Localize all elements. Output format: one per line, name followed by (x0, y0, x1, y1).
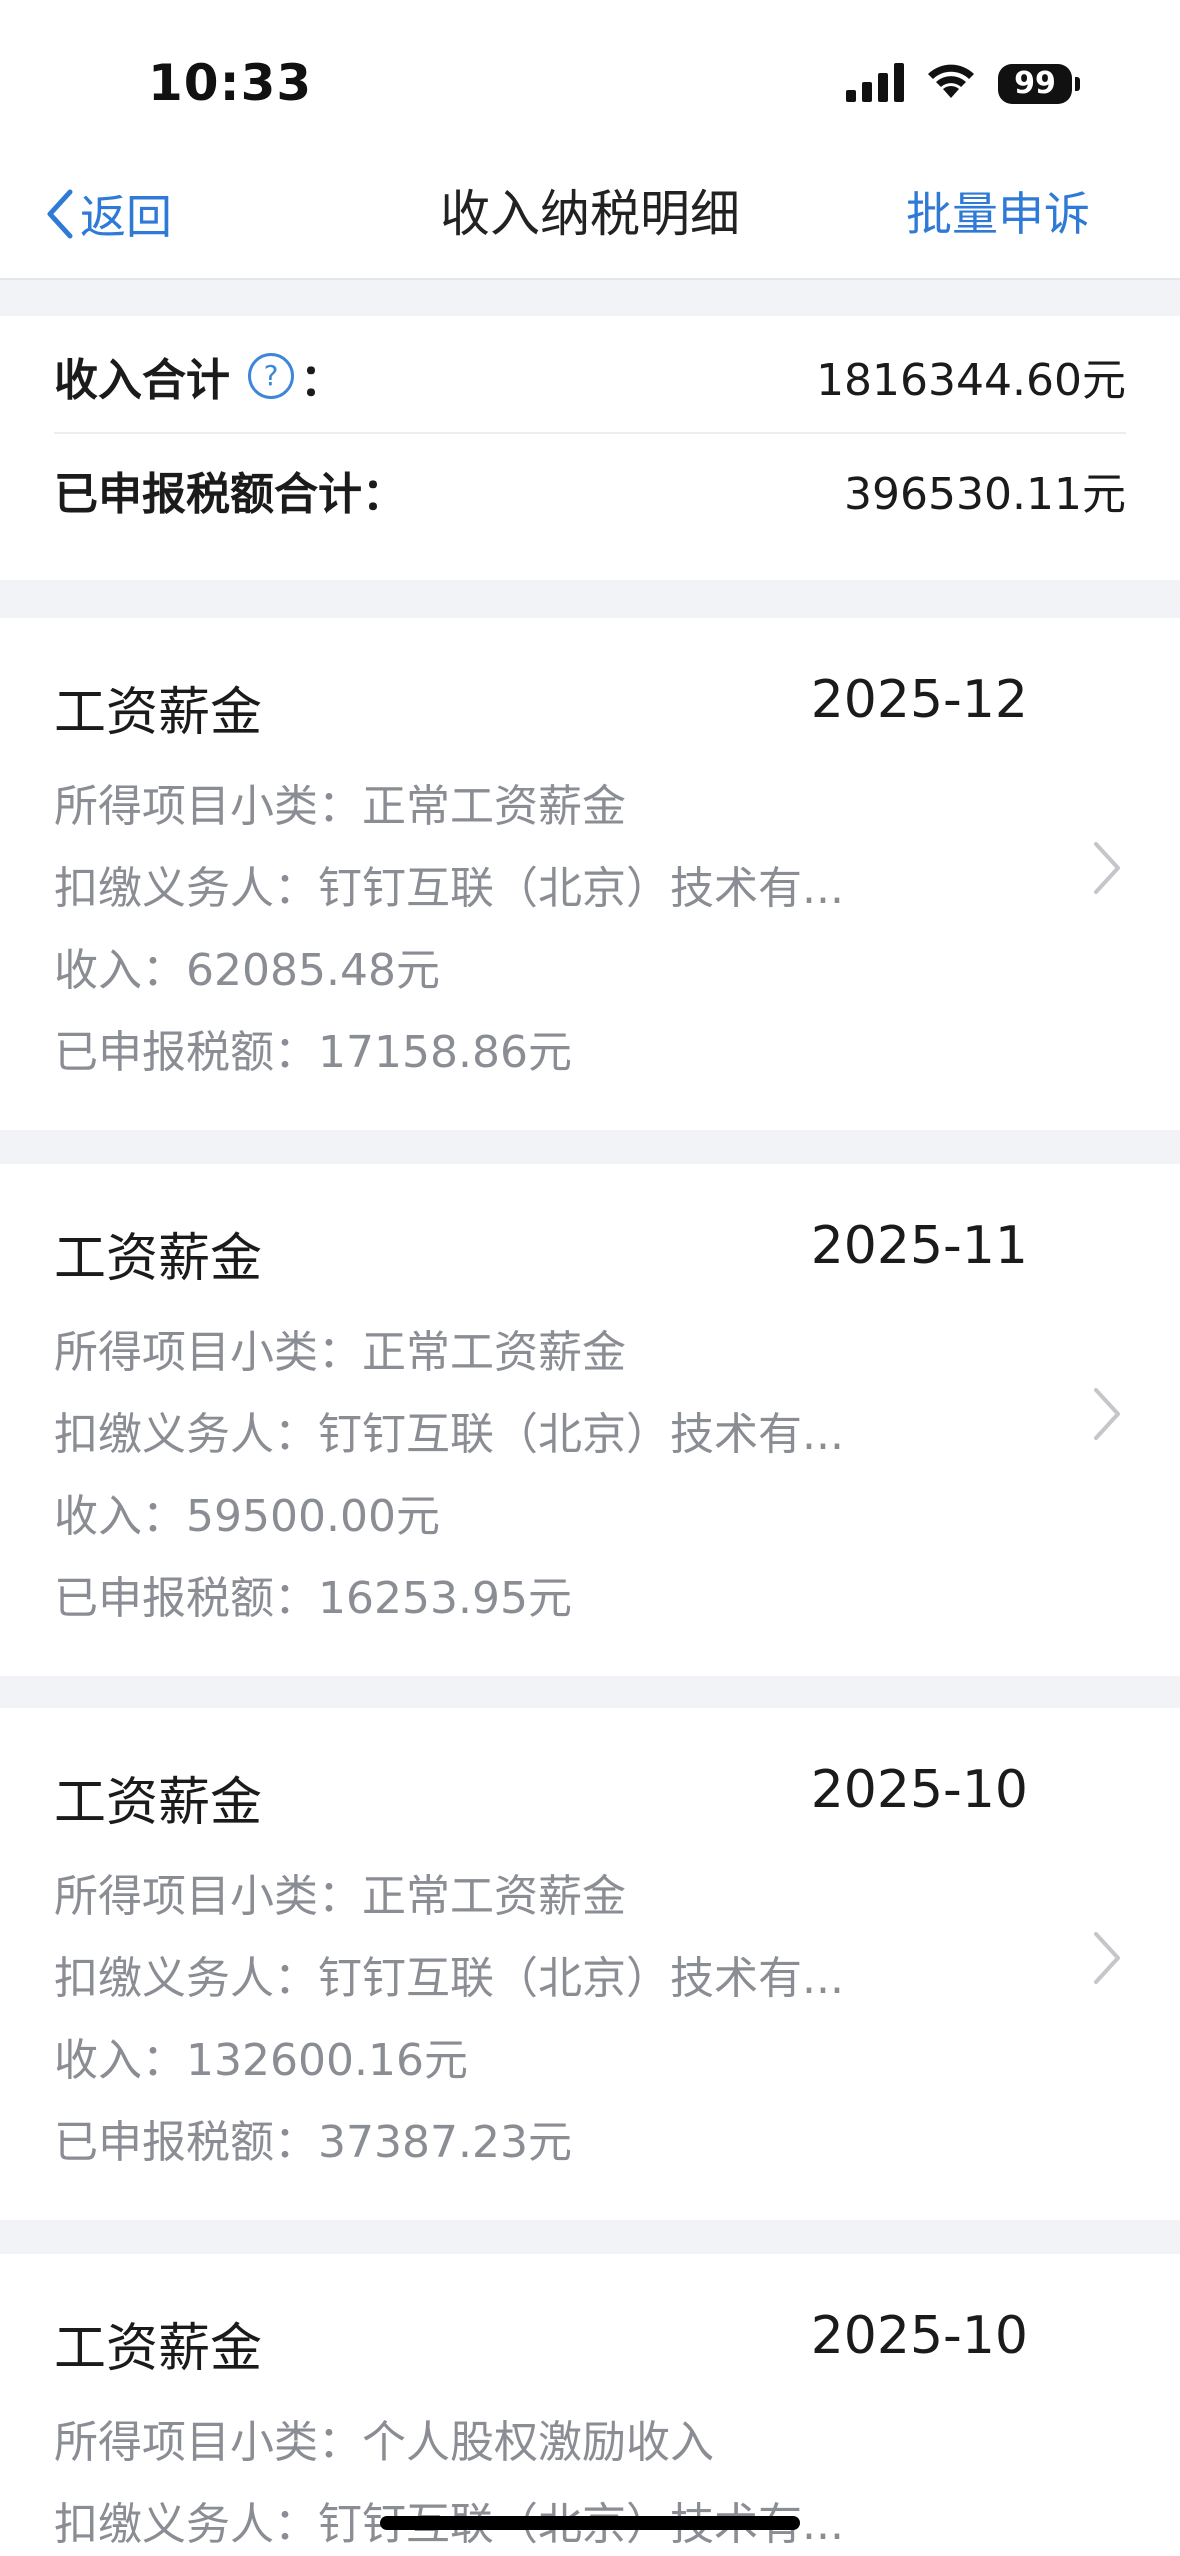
record-date: 2025-10 (810, 2306, 1028, 2366)
battery-level: 99 (998, 64, 1072, 104)
record-tax: 已申报税额：17158.86元 (54, 1027, 572, 1078)
record-card[interactable]: 工资薪金 2025-10 所得项目小类：正常工资薪金 扣缴义务人：钉钉互联（北京… (0, 1708, 1180, 2220)
record-date: 2025-12 (810, 670, 1028, 730)
tax-total-value: 396530.11元 (844, 469, 1126, 520)
record-card[interactable]: 工资薪金 2025-10 所得项目小类：个人股权激励收入 扣缴义务人：钉钉互联（… (0, 2254, 1180, 2556)
cellular-signal-icon (846, 62, 904, 106)
record-subcategory: 所得项目小类：正常工资薪金 (54, 1327, 626, 1378)
record-income: 收入：59500.00元 (54, 1491, 440, 1542)
wifi-icon (924, 62, 978, 106)
record-card[interactable]: 工资薪金 2025-12 所得项目小类：正常工资薪金 扣缴义务人：钉钉互联（北京… (0, 618, 1180, 1130)
record-subcategory: 所得项目小类：正常工资薪金 (54, 781, 626, 832)
nav-bar: 返回 收入纳税明细 批量申诉 (0, 150, 1180, 280)
chevron-right-icon (1094, 1932, 1120, 1984)
batch-appeal-button[interactable]: 批量申诉 (906, 178, 1090, 250)
record-withholder: 扣缴义务人：钉钉互联（北京）技术有... (54, 863, 844, 914)
income-total-label: 收入合计 (54, 355, 230, 406)
record-withholder: 扣缴义务人：钉钉互联（北京）技术有... (54, 1953, 844, 2004)
record-income: 收入：132600.16元 (54, 2035, 468, 2086)
record-subcategory: 所得项目小类：个人股权激励收入 (54, 2417, 714, 2468)
income-total-row: 收入合计 ? ： 1816344.60元 (54, 320, 1126, 434)
record-title: 工资薪金 (54, 2319, 263, 2379)
record-tax: 已申报税额：37387.23元 (54, 2117, 572, 2168)
record-title: 工资薪金 (54, 1773, 263, 1833)
record-title: 工资薪金 (54, 1229, 263, 1289)
chevron-right-icon (1094, 1388, 1120, 1440)
chevron-right-icon (1094, 842, 1120, 894)
tax-total-label: 已申报税额合计： (54, 469, 406, 520)
record-income: 收入：62085.48元 (54, 945, 440, 996)
income-total-value: 1816344.60元 (816, 355, 1126, 406)
status-icons: 99 (846, 62, 1080, 106)
income-total-colon: ： (300, 355, 344, 406)
record-card[interactable]: 工资薪金 2025-11 所得项目小类：正常工资薪金 扣缴义务人：钉钉互联（北京… (0, 1164, 1180, 1676)
record-date: 2025-11 (810, 1216, 1028, 1276)
record-withholder: 扣缴义务人：钉钉互联（北京）技术有... (54, 1409, 844, 1460)
home-indicator[interactable] (380, 2516, 800, 2530)
status-bar: 10:33 99 (0, 0, 1180, 150)
record-date: 2025-10 (810, 1760, 1028, 1820)
record-title: 工资薪金 (54, 683, 263, 743)
record-subcategory: 所得项目小类：正常工资薪金 (54, 1871, 626, 1922)
status-time: 10:33 (148, 54, 313, 112)
help-icon[interactable]: ? (248, 353, 294, 399)
record-tax: 已申报税额：16253.95元 (54, 1573, 572, 1624)
tax-total-row: 已申报税额合计： 396530.11元 (54, 434, 1126, 546)
summary-card: 收入合计 ? ： 1816344.60元 已申报税额合计： 396530.11元 (0, 316, 1180, 580)
battery-icon: 99 (998, 64, 1080, 104)
screen: 10:33 99 返回 收入纳税明细 批量申诉 收入合计 ? ： 1816344… (0, 0, 1180, 2556)
